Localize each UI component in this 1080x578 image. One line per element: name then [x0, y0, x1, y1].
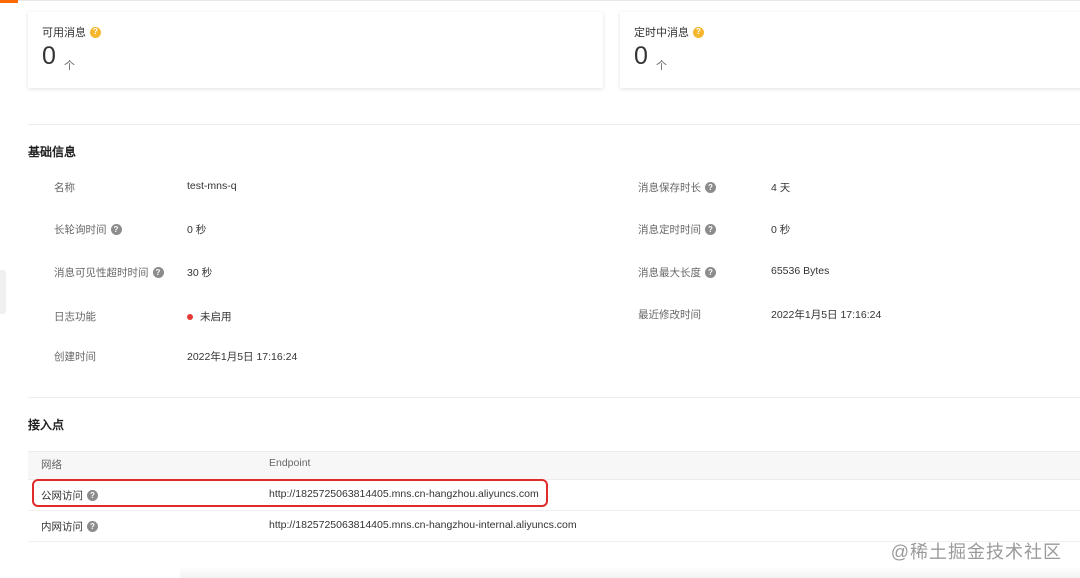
table-row-network-internal: 内网访问 ?: [41, 519, 98, 534]
info-label-logging: 日志功能: [54, 311, 96, 323]
info-label-created: 创建时间: [54, 351, 96, 363]
info-label-modified: 最近修改时间: [638, 309, 701, 321]
question-circle-icon[interactable]: ?: [152, 267, 164, 278]
info-value-logging: 未启用: [187, 309, 232, 324]
bottom-shadow: [180, 566, 1080, 578]
endpoint-table-header: [28, 451, 1080, 480]
available-messages-unit: 个: [64, 60, 75, 72]
top-border: [0, 0, 1080, 1]
scheduled-messages-label: 定时中消息: [634, 27, 689, 39]
info-value-max-size: 65536 Bytes: [771, 265, 830, 277]
status-dot-disabled: [187, 313, 193, 320]
column-header-endpoint: Endpoint: [269, 457, 311, 469]
row-divider: [28, 510, 1080, 511]
available-messages-card: 可用消息 ? 0 个: [28, 12, 603, 88]
info-label-max-size: 消息最大长度 ?: [638, 265, 716, 280]
info-value-visibility-timeout: 30 秒: [187, 267, 213, 279]
available-messages-label: 可用消息: [42, 27, 86, 39]
section-divider: [28, 397, 1080, 398]
question-circle-icon[interactable]: ?: [705, 182, 716, 193]
annotation-highlight-box: [32, 479, 548, 507]
info-value-name: test-mns-q: [187, 180, 237, 192]
info-label-long-polling: 长轮询时间 ?: [54, 222, 122, 237]
info-value-retention: 4 天: [771, 182, 791, 194]
logging-status-text: 未启用: [200, 311, 232, 323]
scheduled-messages-unit: 个: [656, 60, 667, 72]
question-circle-icon[interactable]: ?: [90, 26, 101, 38]
column-header-network: 网络: [41, 459, 62, 471]
scheduled-messages-card: 定时中消息 ? 0 个: [620, 12, 1080, 88]
active-tab-indicator: [0, 0, 18, 3]
question-circle-icon[interactable]: ?: [705, 267, 716, 278]
sidebar-collapse-handle[interactable]: [0, 270, 6, 314]
scheduled-messages-value: 0: [634, 42, 648, 70]
info-label-name: 名称: [54, 182, 75, 194]
watermark: @稀土掘金技术社区: [890, 542, 1062, 562]
endpoints-title: 接入点: [28, 418, 65, 432]
info-label-retention: 消息保存时长 ?: [638, 180, 716, 195]
info-label-visibility-timeout: 消息可见性超时时间 ?: [54, 265, 164, 280]
basic-info-title: 基础信息: [28, 145, 77, 159]
info-label-delay: 消息定时时间 ?: [638, 222, 716, 237]
info-value-long-polling: 0 秒: [187, 224, 207, 236]
endpoint-internal-url[interactable]: http://1825725063814405.mns.cn-hangzhou-…: [269, 519, 577, 531]
info-value-modified: 2022年1月5日 17:16:24: [771, 309, 882, 321]
available-messages-value: 0: [42, 42, 56, 70]
question-circle-icon[interactable]: ?: [705, 224, 716, 235]
question-circle-icon[interactable]: ?: [693, 26, 704, 38]
info-value-delay: 0 秒: [771, 224, 791, 236]
section-divider: [28, 124, 1080, 125]
info-value-created: 2022年1月5日 17:16:24: [187, 351, 298, 363]
question-circle-icon[interactable]: ?: [87, 521, 98, 532]
question-circle-icon[interactable]: ?: [110, 224, 122, 235]
